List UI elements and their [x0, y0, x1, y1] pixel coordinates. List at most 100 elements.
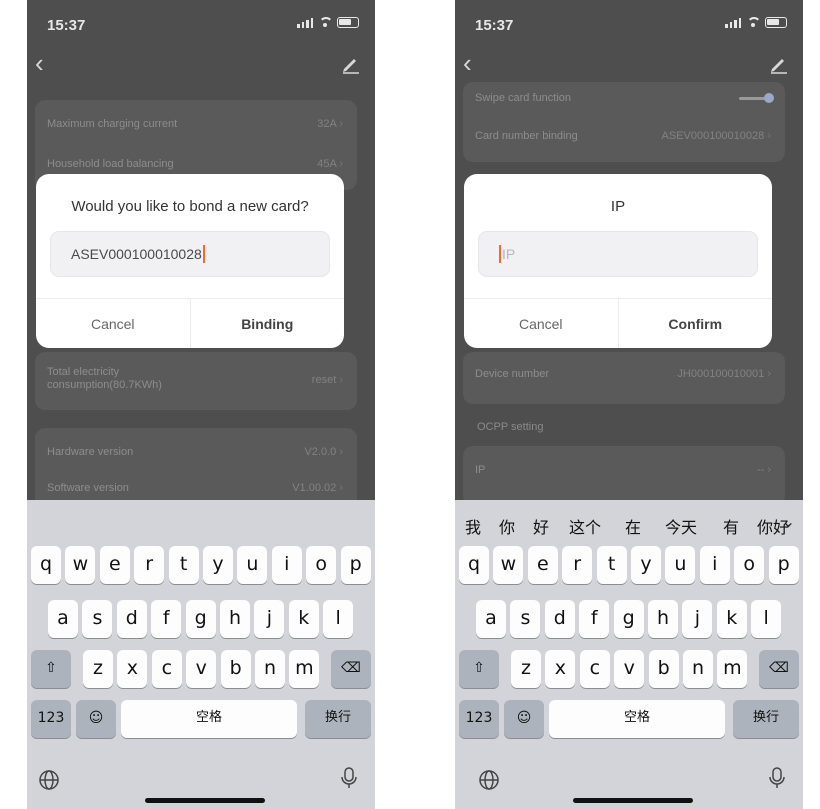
key-d[interactable]: d [116, 600, 147, 638]
delete-key[interactable]: ⌫ [759, 650, 799, 688]
key-e[interactable]: e [527, 546, 558, 584]
key-s[interactable]: s [82, 600, 113, 638]
microphone-icon[interactable] [765, 766, 789, 790]
settings-card: Total electricity consumption(80.7KWh) r… [35, 352, 357, 410]
setting-row[interactable]: Hardware version V2.0.0 [47, 446, 343, 466]
microphone-icon[interactable] [337, 766, 361, 790]
numbers-key[interactable]: 123 [459, 700, 499, 738]
globe-icon[interactable] [477, 768, 501, 792]
candidate-word[interactable]: 你 [499, 514, 515, 538]
setting-row[interactable]: Maximum charging current 32A [47, 118, 343, 138]
candidate-word[interactable]: 在 [625, 514, 641, 538]
key-w[interactable]: w [493, 546, 524, 584]
home-indicator [145, 798, 265, 803]
setting-row[interactable]: Card number binding ASEV000100010028 [475, 130, 771, 150]
key-h[interactable]: h [220, 600, 250, 638]
emoji-key[interactable]: ☺ [504, 700, 544, 738]
return-key[interactable]: 换行 [305, 700, 371, 738]
key-d[interactable]: d [544, 600, 575, 638]
key-j[interactable]: j [682, 600, 713, 638]
globe-icon[interactable] [37, 768, 61, 792]
key-o[interactable]: o [734, 546, 765, 584]
key-x[interactable]: x [545, 650, 576, 688]
key-y[interactable]: y [203, 546, 233, 584]
key-q[interactable]: q [31, 546, 61, 584]
confirm-button[interactable]: Confirm [619, 299, 773, 348]
numbers-key[interactable]: 123 [31, 700, 71, 738]
key-u[interactable]: u [237, 546, 268, 584]
key-g[interactable]: g [185, 600, 216, 638]
space-key[interactable]: 空格 [121, 700, 297, 738]
cancel-button[interactable]: Cancel [464, 299, 619, 348]
key-w[interactable]: w [65, 546, 96, 584]
key-f[interactable]: f [579, 600, 610, 638]
key-l[interactable]: l [751, 600, 782, 638]
key-k[interactable]: k [288, 600, 319, 638]
setting-row[interactable]: Total electricity consumption(80.7KWh) r… [47, 366, 343, 396]
key-r[interactable]: r [562, 546, 593, 584]
key-j[interactable]: j [254, 600, 285, 638]
candidate-word[interactable]: 这个 [569, 514, 601, 538]
candidate-word[interactable]: 今天 [665, 514, 697, 538]
key-z[interactable]: z [511, 650, 541, 688]
key-g[interactable]: g [613, 600, 644, 638]
card-number-input[interactable]: ASEV000100010028 [50, 231, 330, 277]
cancel-button[interactable]: Cancel [36, 299, 191, 348]
space-key[interactable]: 空格 [549, 700, 725, 738]
key-m[interactable]: m [717, 650, 748, 688]
key-n[interactable]: n [683, 650, 713, 688]
key-v[interactable]: v [614, 650, 645, 688]
keyboard-row-3: ⇧ ⌫ zxcvbnm [27, 650, 375, 688]
key-a[interactable]: a [48, 600, 78, 638]
key-q[interactable]: q [459, 546, 489, 584]
key-i[interactable]: i [271, 546, 302, 584]
key-b[interactable]: b [648, 650, 679, 688]
key-f[interactable]: f [151, 600, 182, 638]
setting-row[interactable]: Swipe card function [475, 92, 774, 112]
candidate-word[interactable]: 你好 [757, 514, 789, 538]
edit-icon[interactable] [769, 54, 789, 74]
key-s[interactable]: s [510, 600, 541, 638]
key-p[interactable]: p [340, 546, 371, 584]
key-t[interactable]: t [596, 546, 627, 584]
key-k[interactable]: k [716, 600, 747, 638]
shift-key[interactable]: ⇧ [31, 650, 71, 688]
phone-screen-right: 15:37 ‹ Swipe card function Card number … [455, 0, 803, 809]
candidate-word[interactable]: 好 [533, 514, 549, 538]
return-key[interactable]: 换行 [733, 700, 799, 738]
key-u[interactable]: u [665, 546, 696, 584]
key-y[interactable]: y [631, 546, 661, 584]
key-b[interactable]: b [220, 650, 251, 688]
candidate-word[interactable]: 有 [723, 514, 739, 538]
key-a[interactable]: a [476, 600, 506, 638]
delete-key[interactable]: ⌫ [331, 650, 371, 688]
key-m[interactable]: m [289, 650, 320, 688]
setting-row[interactable]: Device number JH000100010001 [475, 368, 771, 388]
candidate-word[interactable]: 我 [465, 514, 481, 538]
key-p[interactable]: p [768, 546, 799, 584]
settings-card: Hardware version V2.0.0 Software version… [35, 428, 357, 508]
back-icon[interactable]: ‹ [463, 50, 485, 76]
shift-key[interactable]: ⇧ [459, 650, 499, 688]
key-l[interactable]: l [323, 600, 354, 638]
key-r[interactable]: r [134, 546, 165, 584]
setting-row[interactable]: Software version V1.00.02 [47, 482, 343, 502]
key-n[interactable]: n [255, 650, 285, 688]
key-t[interactable]: t [168, 546, 199, 584]
phone-screen-left: 15:37 ‹ Maximum charging current 32A Hou… [27, 0, 375, 809]
key-i[interactable]: i [699, 546, 730, 584]
key-c[interactable]: c [579, 650, 610, 688]
emoji-key[interactable]: ☺ [76, 700, 116, 738]
key-h[interactable]: h [648, 600, 678, 638]
binding-button[interactable]: Binding [191, 299, 345, 348]
edit-icon[interactable] [341, 54, 361, 74]
key-x[interactable]: x [117, 650, 148, 688]
key-v[interactable]: v [186, 650, 217, 688]
ip-input[interactable]: IP [478, 231, 758, 277]
key-o[interactable]: o [306, 546, 337, 584]
key-z[interactable]: z [83, 650, 113, 688]
setting-row[interactable]: IP -- [475, 464, 771, 484]
back-icon[interactable]: ‹ [35, 50, 57, 76]
key-c[interactable]: c [151, 650, 182, 688]
key-e[interactable]: e [99, 546, 130, 584]
